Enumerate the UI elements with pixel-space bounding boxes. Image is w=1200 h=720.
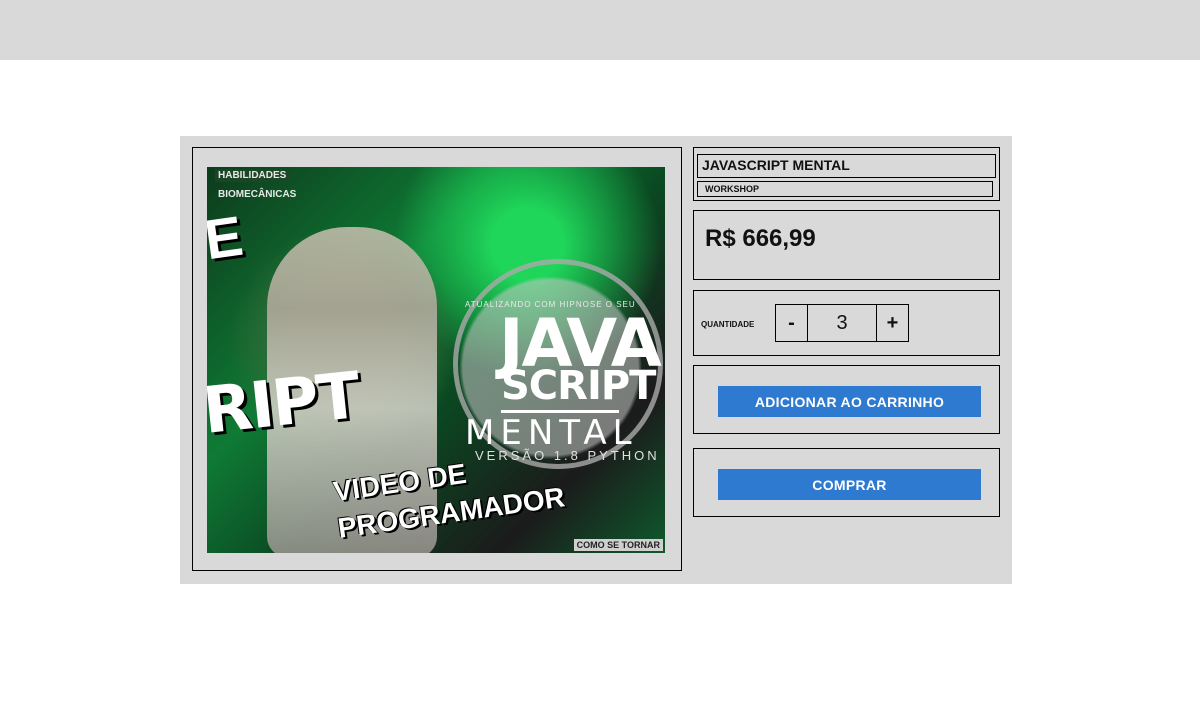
product-image: HABILIDADES BIOMECÂNICAS E RIPT ATUALIZA… [207, 167, 665, 553]
buy-button[interactable]: COMPRAR [718, 469, 981, 500]
image-text-script: SCRIPT [501, 363, 656, 409]
quantity-increment-button[interactable]: + [876, 304, 909, 342]
image-text-versao: VERSÃO 1.8 PYTHON [475, 448, 660, 463]
image-text-habilidades: HABILIDADES [215, 169, 290, 182]
product-title: JAVASCRIPT MENTAL [697, 154, 996, 178]
quantity-box: QUANTIDADE - + [693, 290, 1000, 356]
product-card: HABILIDADES BIOMECÂNICAS E RIPT ATUALIZA… [180, 136, 1012, 584]
image-text-como-se-tornar: COMO SE TORNAR [573, 539, 663, 551]
product-title-box: JAVASCRIPT MENTAL WORKSHOP [693, 147, 1000, 201]
buy-box: COMPRAR [693, 448, 1000, 517]
quantity-label: QUANTIDADE [701, 320, 755, 329]
product-price: R$ 666,99 [705, 225, 816, 252]
quantity-input[interactable] [807, 304, 877, 342]
product-image-frame: HABILIDADES BIOMECÂNICAS E RIPT ATUALIZA… [192, 147, 682, 571]
quantity-decrement-button[interactable]: - [775, 304, 808, 342]
product-category: WORKSHOP [697, 181, 993, 197]
top-header-bar [0, 0, 1200, 60]
image-text-biomecanicas: BIOMECÂNICAS [218, 189, 297, 200]
add-to-cart-button[interactable]: ADICIONAR AO CARRINHO [718, 386, 981, 417]
add-to-cart-box: ADICIONAR AO CARRINHO [693, 365, 1000, 434]
image-text-e: E [207, 203, 247, 272]
image-text-mental: MENTAL [465, 413, 638, 453]
product-price-box: R$ 666,99 [693, 210, 1000, 280]
